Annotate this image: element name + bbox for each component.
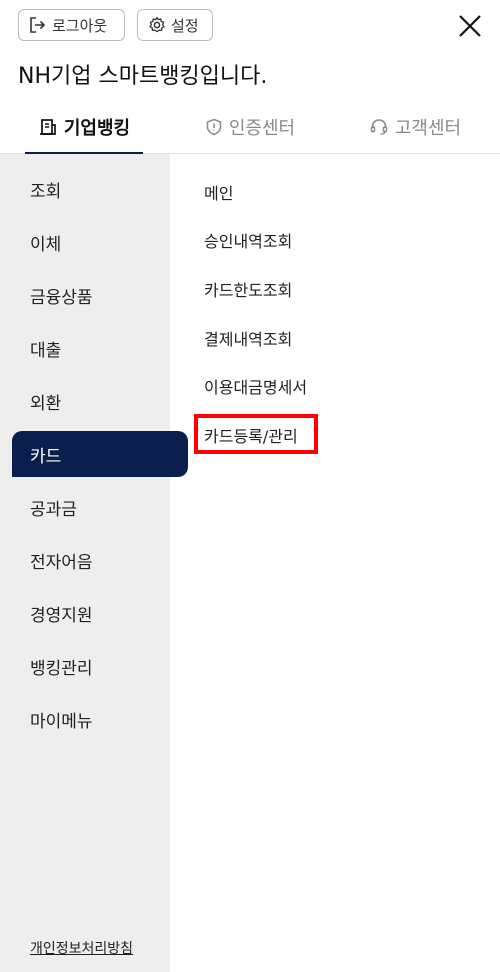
sidebar-item-my-menu[interactable]: 마이메뉴 xyxy=(12,696,188,742)
submenu-item-main[interactable]: 메인 xyxy=(204,180,233,204)
tab-corporate-banking[interactable]: 기업뱅킹 xyxy=(25,100,143,155)
sidebar-item-banking-management[interactable]: 뱅킹관리 xyxy=(12,643,188,689)
submenu-item-card-limit[interactable]: 카드한도조회 xyxy=(204,277,292,301)
submenu-item-payment-history[interactable]: 결제내역조회 xyxy=(204,326,292,350)
shield-icon xyxy=(206,118,222,136)
logout-button[interactable]: 로그아웃 xyxy=(18,9,125,41)
tab-label: 고객센터 xyxy=(394,118,462,139)
sidebar-item-card[interactable]: 카드 xyxy=(12,431,188,477)
close-icon[interactable] xyxy=(456,12,484,40)
gear-icon xyxy=(149,16,165,33)
tab-label: 인증센터 xyxy=(228,118,296,139)
building-icon xyxy=(39,119,56,135)
sidebar-item-inquiry[interactable]: 조회 xyxy=(12,166,188,212)
sidebar-item-management-support[interactable]: 경영지원 xyxy=(12,590,188,636)
sidebar-item-loan[interactable]: 대출 xyxy=(12,325,188,371)
headset-icon xyxy=(370,119,388,135)
main-tabs: 기업뱅킹 인증센터 고객센터 xyxy=(0,100,500,155)
tab-customer-center[interactable]: 고객센터 xyxy=(360,100,470,154)
top-bar: 로그아웃 설정 xyxy=(0,0,500,52)
settings-label: 설정 xyxy=(171,16,199,35)
sidebar-item-transfer[interactable]: 이체 xyxy=(12,219,188,265)
sidebar-item-electronic-bill[interactable]: 전자어음 xyxy=(12,537,188,583)
tab-certificate-center[interactable]: 인증센터 xyxy=(190,100,310,154)
highlight-box xyxy=(194,414,318,454)
sidebar-item-public-charges[interactable]: 공과금 xyxy=(12,484,188,530)
logout-label: 로그아웃 xyxy=(52,16,108,35)
category-sidebar: 조회 이체 금융상품 대출 외환 카드 공과금 전자어음 경영지원 뱅킹관리 마… xyxy=(0,154,188,972)
submenu-item-billing-statement[interactable]: 이용대금명세서 xyxy=(204,374,307,398)
greeting-title: NH기업 스마트뱅킹입니다. xyxy=(18,64,268,89)
privacy-policy-link[interactable]: 개인정보처리방침 xyxy=(30,938,133,958)
settings-button[interactable]: 설정 xyxy=(137,9,213,41)
tab-label: 기업뱅킹 xyxy=(63,118,131,139)
logout-icon xyxy=(30,17,46,33)
sidebar-item-foreign-exchange[interactable]: 외환 xyxy=(12,378,188,424)
submenu-item-approval-history[interactable]: 승인내역조회 xyxy=(204,228,292,252)
sidebar-item-financial-products[interactable]: 금융상품 xyxy=(12,272,188,318)
card-submenu: 메인 승인내역조회 카드한도조회 결제내역조회 이용대금명세서 카드등록/관리 xyxy=(170,154,500,972)
